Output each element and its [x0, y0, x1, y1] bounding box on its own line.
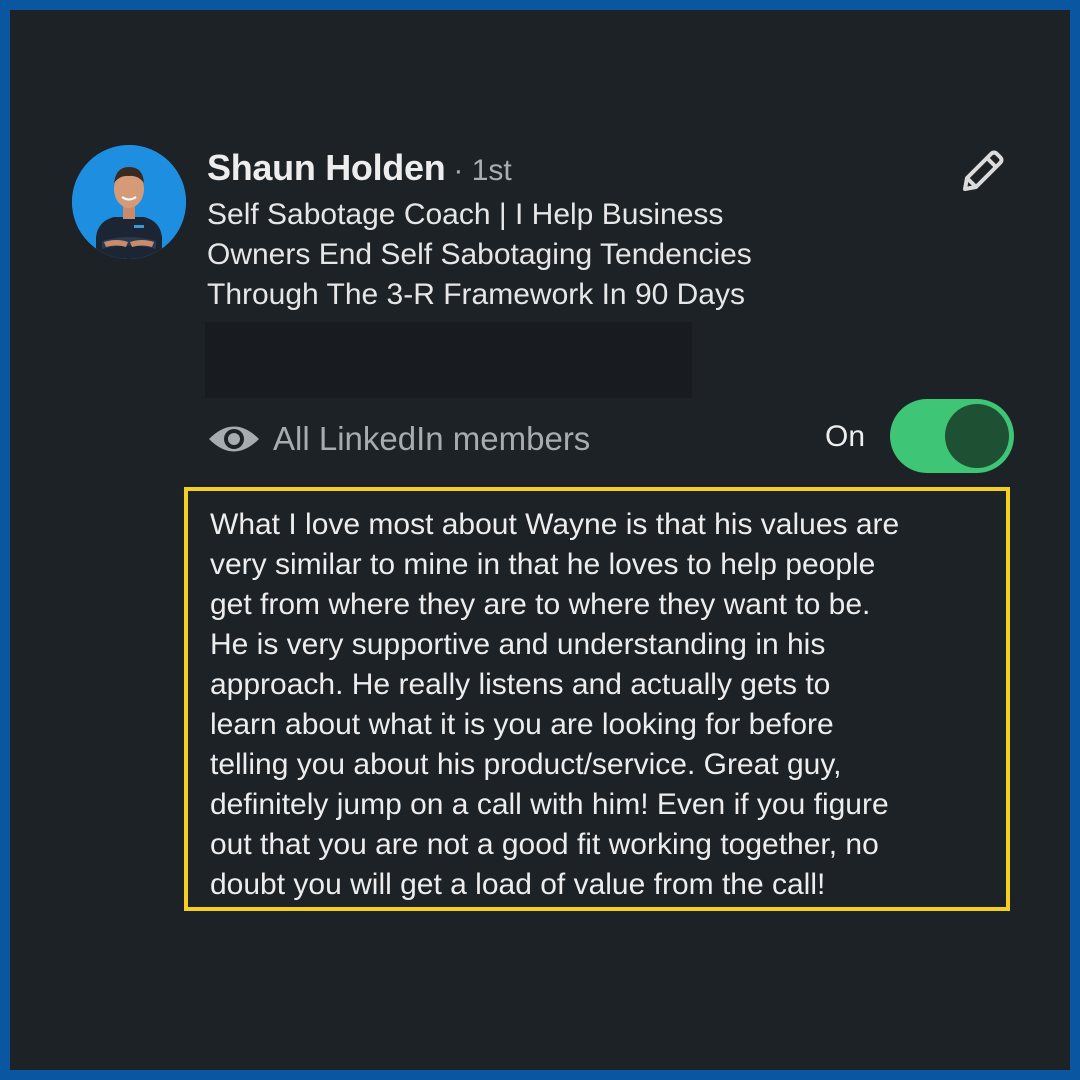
visibility-toggle[interactable] [890, 399, 1014, 473]
profile-headline: Self Sabotage Coach | I Help Business Ow… [207, 195, 907, 315]
recommendation-line: learn about what it is you are looking f… [210, 708, 834, 741]
recommendation-line: out that you are not a good fit working … [210, 828, 879, 861]
visibility-label: All LinkedIn members [273, 420, 591, 457]
profile-name[interactable]: Shaun Holden [207, 147, 446, 189]
profile-name-row: Shaun Holden · 1st [207, 147, 512, 195]
recommendation-highlight: What I love most about Wayne is that his… [184, 487, 1010, 911]
redacted-area [205, 322, 692, 398]
recommendation-line: doubt you will get a load of value from … [210, 868, 826, 901]
recommendation-line: get from where they are to where they wa… [210, 588, 871, 621]
recommendation-card: Shaun Holden · 1st Self Sabotage Coach |… [10, 10, 1070, 1070]
recommendation-line: He is very supportive and understanding … [210, 628, 826, 661]
pencil-icon [963, 150, 1004, 191]
eye-icon [209, 426, 259, 452]
recommendation-text: What I love most about Wayne is that his… [210, 505, 1010, 905]
recommendation-line: definitely jump on a call with him! Even… [210, 788, 889, 821]
avatar[interactable] [72, 145, 186, 259]
connection-degree: · 1st [453, 154, 512, 187]
toggle-state-label: On [825, 420, 866, 453]
toggle-knob [945, 404, 1009, 468]
visibility-row: All LinkedIn members [207, 413, 590, 465]
recommendation-line: What I love most about Wayne is that his… [210, 508, 900, 541]
headline-line: Owners End Self Sabotaging Tendencies [207, 238, 752, 271]
edit-button[interactable] [948, 140, 1014, 206]
headline-line: Through The 3-R Framework In 90 Days [207, 278, 745, 311]
recommendation-line: approach. He really listens and actually… [210, 668, 831, 701]
person-photo-icon [72, 145, 186, 259]
headline-line: Self Sabotage Coach | I Help Business [207, 198, 724, 231]
recommendation-line: very similar to mine in that he loves to… [210, 548, 876, 581]
recommendation-line: telling you about his product/service. G… [210, 748, 842, 781]
